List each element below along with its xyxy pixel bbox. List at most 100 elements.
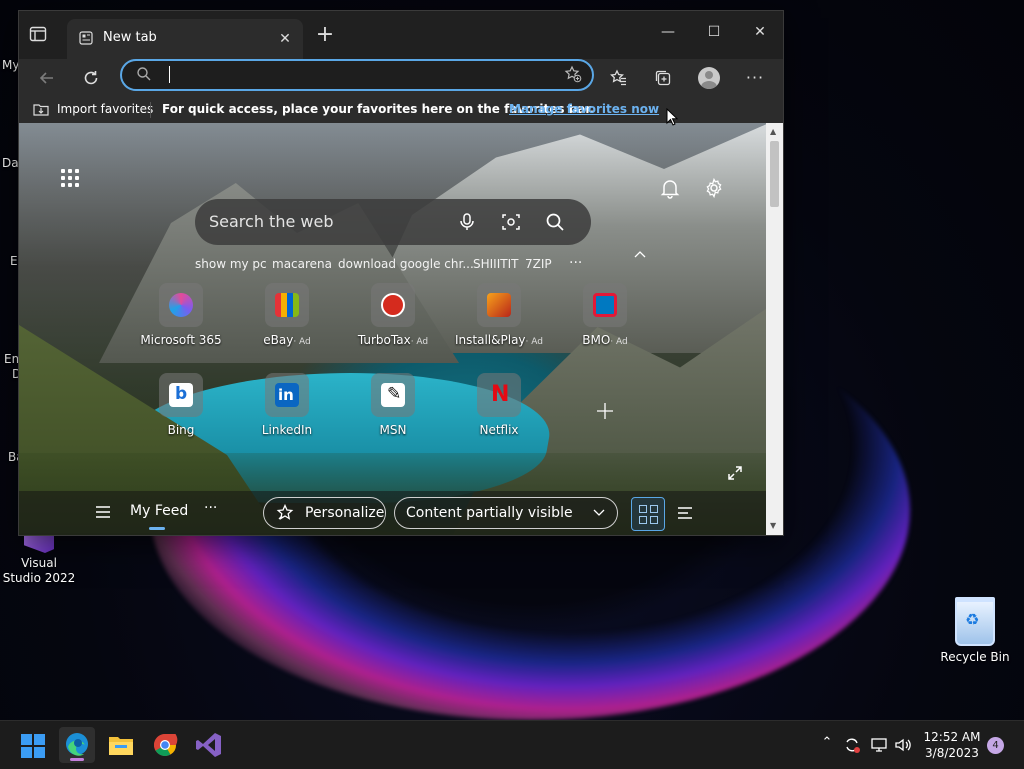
taskbar: ⌃ 12:52 AM 3/8/2023 4 bbox=[0, 720, 1024, 769]
start-button[interactable] bbox=[15, 727, 51, 763]
import-favorites-button[interactable]: Import favorites bbox=[57, 102, 153, 116]
search-icon[interactable] bbox=[545, 212, 565, 232]
address-input[interactable] bbox=[172, 64, 556, 86]
content-visibility-dropdown[interactable]: Content partially visible bbox=[394, 497, 618, 529]
maximize-button[interactable]: ☐ bbox=[691, 11, 737, 53]
volume-icon[interactable] bbox=[893, 735, 913, 755]
microphone-icon[interactable] bbox=[457, 212, 477, 232]
install-play-icon bbox=[477, 283, 521, 327]
tab-new-tab[interactable]: New tab ✕ bbox=[67, 19, 303, 59]
close-tab-icon[interactable]: ✕ bbox=[275, 29, 295, 49]
add-quick-link-icon[interactable] bbox=[595, 401, 615, 421]
minimize-button[interactable]: — bbox=[645, 11, 691, 53]
quick-link-microsoft-365[interactable]: Microsoft 365 bbox=[131, 283, 231, 347]
windows-logo-icon bbox=[21, 734, 45, 758]
profile-button[interactable] bbox=[695, 65, 723, 91]
recent-search-chip[interactable]: download google chr... bbox=[338, 257, 474, 271]
recent-search-chip[interactable]: SHIIITIT bbox=[473, 257, 518, 271]
grid-view-button[interactable] bbox=[631, 497, 665, 531]
tab-my-feed[interactable]: My Feed bbox=[130, 503, 188, 519]
taskbar-chrome[interactable] bbox=[147, 727, 183, 763]
desktop-icon-partial[interactable]: E bbox=[10, 254, 18, 268]
collections-button[interactable] bbox=[649, 65, 677, 91]
desktop-icon-partial[interactable]: My bbox=[2, 58, 19, 72]
taskbar-edge[interactable] bbox=[59, 727, 95, 763]
network-icon[interactable] bbox=[869, 735, 889, 755]
text-caret bbox=[169, 66, 170, 83]
system-clock[interactable]: 12:52 AM 3/8/2023 bbox=[920, 729, 984, 761]
recycle-bin-icon: ♻ bbox=[955, 597, 995, 646]
visual-search-icon[interactable] bbox=[501, 212, 521, 232]
quick-link-linkedin[interactable]: in LinkedIn bbox=[237, 373, 337, 437]
back-button[interactable] bbox=[33, 65, 61, 91]
taskbar-visual-studio[interactable] bbox=[191, 727, 227, 763]
mouse-cursor-icon bbox=[666, 108, 678, 126]
quick-link-label: Install&Play bbox=[455, 333, 526, 347]
ad-badge: · Ad bbox=[610, 337, 628, 347]
quick-link-install-play[interactable]: Install&Play· Ad bbox=[449, 283, 549, 347]
quick-link-bing[interactable]: b Bing bbox=[131, 373, 231, 437]
clock-date: 3/8/2023 bbox=[925, 746, 979, 760]
recent-search-chip[interactable]: 7ZIP bbox=[525, 257, 552, 271]
quick-link-label: LinkedIn bbox=[261, 423, 313, 437]
settings-more-button[interactable]: ··· bbox=[741, 65, 769, 91]
favorites-button[interactable] bbox=[605, 65, 633, 91]
notification-count-badge[interactable]: 4 bbox=[987, 737, 1004, 754]
favorites-bar-divider bbox=[150, 102, 151, 118]
more-searches-button[interactable]: ··· bbox=[569, 255, 582, 271]
show-hidden-icons-chevron-up-icon[interactable]: ⌃ bbox=[817, 735, 837, 755]
ad-badge: · Ad bbox=[293, 337, 311, 347]
chrome-icon bbox=[154, 734, 178, 756]
recent-search-chip[interactable]: macarena bbox=[272, 257, 332, 271]
quick-link-turbotax[interactable]: TurboTax· Ad bbox=[343, 283, 443, 347]
address-bar[interactable] bbox=[120, 59, 594, 91]
personalize-label: Personalize bbox=[305, 505, 385, 521]
bell-icon[interactable] bbox=[659, 177, 681, 199]
apps-grid-icon[interactable] bbox=[61, 169, 81, 189]
scroll-up-arrow[interactable]: ▲ bbox=[770, 127, 776, 136]
quick-link-msn[interactable]: ✎ MSN bbox=[343, 373, 443, 437]
desktop-icon-partial[interactable]: Da bbox=[2, 156, 19, 170]
manage-favorites-link[interactable]: Manage favorites now bbox=[509, 102, 659, 116]
taskbar-file-explorer[interactable] bbox=[103, 727, 139, 763]
web-search-box[interactable]: Search the web bbox=[195, 199, 591, 245]
quick-link-bmo[interactable]: BMO· Ad bbox=[555, 283, 655, 347]
scroll-down-arrow[interactable]: ▼ bbox=[770, 521, 776, 530]
bmo-icon bbox=[583, 283, 627, 327]
ad-badge: · Ad bbox=[410, 337, 429, 347]
ebay-bag-icon bbox=[265, 283, 309, 327]
personalize-button[interactable]: Personalize bbox=[263, 497, 386, 529]
quick-link-netflix[interactable]: N Netflix bbox=[449, 373, 549, 437]
ad-badge: · Ad bbox=[525, 337, 543, 347]
page-scrollbar[interactable]: ▲ ▼ bbox=[766, 123, 783, 535]
recent-search-chip[interactable]: show my pc bbox=[195, 257, 267, 271]
list-view-icon[interactable] bbox=[677, 505, 693, 521]
search-icon bbox=[137, 67, 151, 81]
tab-actions-icon[interactable] bbox=[29, 25, 51, 47]
reload-button[interactable] bbox=[77, 65, 105, 91]
quick-link-label: BMO bbox=[582, 333, 611, 347]
quick-link-ebay[interactable]: eBay· Ad bbox=[237, 283, 337, 347]
clock-time: 12:52 AM bbox=[923, 730, 981, 744]
linkedin-icon: in bbox=[265, 373, 309, 417]
turbotax-icon bbox=[371, 283, 415, 327]
feed-more-button[interactable]: ··· bbox=[204, 500, 217, 516]
microsoft-365-icon bbox=[159, 283, 203, 327]
collections-icon bbox=[655, 70, 671, 86]
scrollbar-thumb[interactable] bbox=[770, 141, 779, 207]
expand-icon[interactable] bbox=[727, 465, 743, 481]
chevron-up-icon[interactable] bbox=[633, 249, 647, 259]
gear-icon[interactable] bbox=[703, 177, 725, 199]
bing-icon: b bbox=[159, 373, 203, 417]
new-tab-button[interactable]: + bbox=[313, 24, 337, 48]
folder-icon bbox=[109, 737, 133, 755]
close-window-button[interactable]: ✕ bbox=[737, 11, 783, 53]
active-app-indicator bbox=[70, 758, 84, 761]
hamburger-menu-icon[interactable] bbox=[95, 505, 111, 519]
sync-alert-icon[interactable] bbox=[842, 735, 862, 755]
desktop-icon-recycle-bin[interactable]: ♻ Recycle Bin bbox=[938, 597, 1012, 665]
desktop-icon-label: Visual Studio 2022 bbox=[2, 556, 76, 585]
tab-bar: New tab ✕ + — ☐ ✕ bbox=[19, 11, 783, 59]
content-visibility-label: Content partially visible bbox=[406, 505, 573, 521]
add-favorite-icon[interactable] bbox=[564, 65, 582, 83]
